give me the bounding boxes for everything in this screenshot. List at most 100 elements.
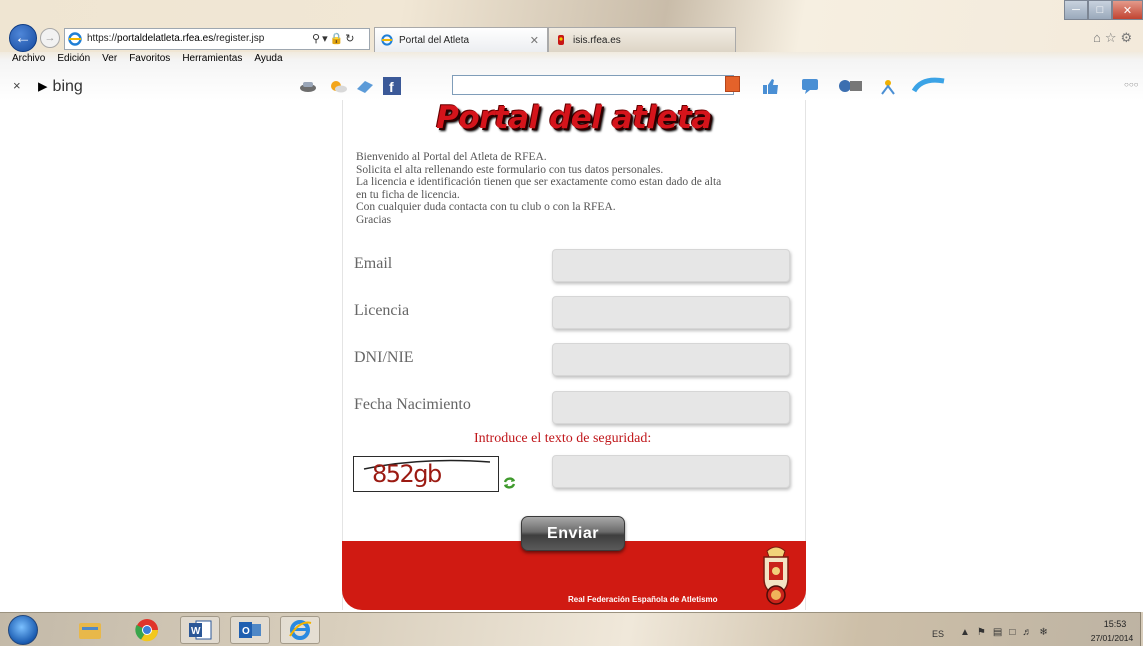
- chrome-icon: [135, 619, 159, 642]
- window-controls: ─ □ ✕: [1064, 0, 1143, 20]
- sports-icon[interactable]: [878, 77, 898, 95]
- captcha-text: 852gb: [372, 460, 442, 488]
- home-icon[interactable]: ⌂: [1093, 30, 1105, 45]
- menu-archivo[interactable]: Archivo: [12, 53, 45, 69]
- captcha-image: 852gb: [353, 456, 499, 492]
- minimize-button[interactable]: ─: [1064, 0, 1088, 20]
- url-host: portaldelatleta.rfea.es: [117, 33, 214, 44]
- maximize-button[interactable]: □: [1088, 0, 1112, 20]
- car-icon[interactable]: [298, 77, 318, 95]
- fecha-nacimiento-label: Fecha Nacimiento: [354, 396, 471, 413]
- system-tray: ▲⚑▤□♬❄: [960, 627, 1055, 638]
- back-button[interactable]: ←: [9, 24, 37, 52]
- chat-icon[interactable]: [800, 77, 820, 95]
- search-icon[interactable]: ⚲: [312, 33, 322, 45]
- dni-label: DNI/NIE: [354, 349, 414, 366]
- word-icon: W: [189, 620, 212, 640]
- menu-ver[interactable]: Ver: [102, 53, 117, 69]
- outlook-icon: O: [239, 622, 261, 638]
- address-tools[interactable]: ⚲▾🔒↻: [312, 32, 357, 45]
- file-explorer-taskbar-icon[interactable]: [70, 616, 110, 644]
- favorites-star-icon[interactable]: ☆: [1105, 30, 1121, 45]
- ie-site-icon: [68, 32, 82, 46]
- intro-line: Gracias: [356, 213, 392, 226]
- rfea-crest-logo: [763, 546, 789, 605]
- fecha-nacimiento-field[interactable]: [552, 391, 790, 424]
- tab-label: isis.rfea.es: [573, 35, 621, 46]
- chrome-taskbar-icon[interactable]: [127, 616, 167, 644]
- menu-herramientas[interactable]: Herramientas: [182, 53, 242, 69]
- shopping-icon[interactable]: [912, 77, 946, 95]
- close-toolbar-icon[interactable]: ×: [13, 78, 21, 93]
- captcha-prompt: Introduce el texto de seguridad:: [474, 431, 652, 446]
- network-icon[interactable]: □: [1009, 627, 1022, 638]
- bing-b-icon: ▸: [38, 76, 48, 97]
- submit-button[interactable]: Enviar: [521, 516, 625, 551]
- bing-search-input[interactable]: [452, 75, 734, 95]
- intro-line: en tu ficha de licencia.: [356, 188, 460, 201]
- weather-icon[interactable]: [328, 77, 348, 95]
- close-tab-icon[interactable]: ✕: [530, 34, 539, 47]
- volume-icon[interactable]: ♬: [1022, 627, 1039, 638]
- forward-button[interactable]: →: [40, 28, 60, 48]
- more-icon[interactable]: ○○○: [1124, 80, 1139, 89]
- svg-text:W: W: [191, 626, 201, 637]
- bing-logo[interactable]: ▸ bing: [38, 75, 83, 98]
- intro-line: Con cualquier duda contacta con tu club …: [356, 201, 616, 213]
- ie-icon: [289, 620, 312, 640]
- captcha-input[interactable]: [552, 455, 790, 488]
- url-scheme: https://: [87, 33, 118, 44]
- url-path: /register.jsp: [213, 33, 265, 44]
- browser-chrome: ← → https://portaldelatleta.rfea.es/regi…: [0, 0, 1143, 100]
- dni-field[interactable]: [552, 343, 790, 376]
- email-field[interactable]: [552, 249, 790, 282]
- licencia-label: Licencia: [354, 302, 410, 319]
- browser-tools: ⌂☆⚙: [1093, 30, 1136, 46]
- dropdown-icon[interactable]: ▾: [322, 33, 330, 45]
- like-icon[interactable]: [760, 77, 780, 95]
- maps-icon[interactable]: [355, 77, 375, 95]
- intro-line: La licencia e identificación tienen que …: [356, 176, 722, 188]
- clock-date[interactable]: 27/01/2014: [1084, 633, 1140, 643]
- svg-text:O: O: [242, 626, 250, 637]
- folder-icon: [79, 623, 101, 639]
- rfea-tab-icon: [558, 35, 564, 45]
- device-icon[interactable]: ▤: [993, 627, 1009, 638]
- url-text[interactable]: https://portaldelatleta.rfea.es/register…: [87, 33, 264, 44]
- bing-label: bing: [52, 77, 83, 95]
- gear-icon[interactable]: ⚙: [1121, 30, 1137, 45]
- show-hidden-icons-icon[interactable]: ▲: [960, 627, 977, 638]
- menu-bar: Archivo Edición Ver Favoritos Herramient…: [12, 53, 283, 69]
- close-window-button[interactable]: ✕: [1112, 0, 1143, 20]
- internet-explorer-taskbar-icon[interactable]: [280, 616, 320, 644]
- captcha-refresh-icon[interactable]: [502, 476, 517, 490]
- video-icon[interactable]: [838, 77, 864, 95]
- outlook-taskbar-icon[interactable]: O: [230, 616, 270, 644]
- word-taskbar-icon[interactable]: W: [180, 616, 220, 644]
- action-center-flag-icon[interactable]: ⚑: [977, 627, 993, 638]
- menu-favoritos[interactable]: Favoritos: [129, 53, 170, 69]
- intro-line: Bienvenido al Portal del Atleta de RFEA.: [356, 151, 547, 163]
- security-icon[interactable]: ❄: [1039, 627, 1054, 638]
- tab-portal-del-atleta[interactable]: Portal del Atleta ✕: [374, 27, 548, 52]
- tab-label: Portal del Atleta: [399, 35, 470, 46]
- page-title: Portal del atleta: [436, 100, 712, 136]
- bing-toolbar: × ▸ bing f ○○○: [0, 71, 1143, 99]
- language-indicator[interactable]: ES: [932, 629, 944, 639]
- start-orb-icon[interactable]: [8, 615, 38, 645]
- facebook-icon[interactable]: f: [383, 77, 401, 95]
- footer-text: Real Federación Española de Atletismo: [568, 595, 718, 604]
- menu-ayuda[interactable]: Ayuda: [254, 53, 282, 69]
- tab-isis[interactable]: isis.rfea.es: [548, 27, 736, 52]
- lock-icon[interactable]: 🔒: [330, 33, 346, 45]
- menu-edicion[interactable]: Edición: [57, 53, 90, 69]
- licencia-field[interactable]: [552, 296, 790, 329]
- refresh-icon[interactable]: ↻: [345, 33, 356, 45]
- address-bar[interactable]: https://portaldelatleta.rfea.es/register…: [64, 28, 370, 50]
- ie-tab-icon: [381, 34, 393, 46]
- bing-search-button[interactable]: [725, 76, 740, 92]
- intro-line: Solicita el alta rellenando este formula…: [356, 163, 664, 176]
- svg-text:f: f: [389, 79, 394, 95]
- email-label: Email: [354, 255, 393, 272]
- clock-time[interactable]: 15:53: [1092, 619, 1138, 629]
